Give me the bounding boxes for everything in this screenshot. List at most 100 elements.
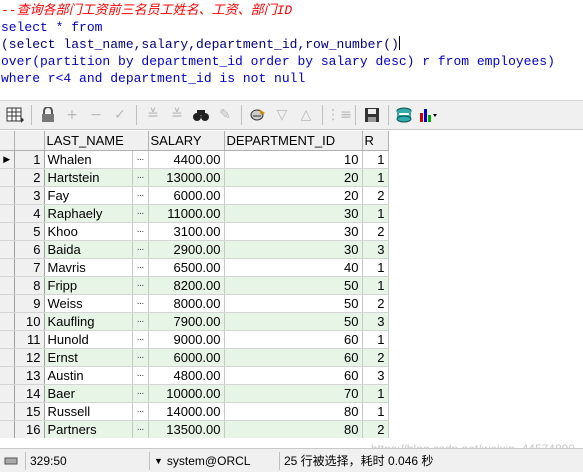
table-row[interactable]: 11 Hunold ··· 9000.00 60 1: [0, 330, 389, 349]
cell-salary[interactable]: 14000.00: [148, 402, 225, 421]
ellipsis-button[interactable]: ···: [132, 258, 149, 277]
find-icon[interactable]: [190, 104, 212, 126]
table-row[interactable]: 15 Russell ··· 14000.00 80 1: [0, 402, 389, 421]
table-row[interactable]: 16 Partners ··· 13500.00 80 2: [0, 420, 389, 438]
cell-last-name[interactable]: Hunold: [44, 330, 133, 349]
cell-last-name[interactable]: Raphaely: [44, 204, 133, 223]
ellipsis-button[interactable]: ···: [132, 366, 149, 385]
lock-icon[interactable]: [37, 104, 59, 126]
cell-salary[interactable]: 10000.00: [148, 384, 225, 403]
table-row[interactable]: 13 Austin ··· 4800.00 60 3: [0, 366, 389, 385]
ellipsis-button[interactable]: ···: [132, 312, 149, 331]
cell-r[interactable]: 1: [362, 402, 389, 421]
cell-last-name[interactable]: Kaufling: [44, 312, 133, 331]
cell-department-id[interactable]: 50: [224, 312, 363, 331]
cell-r[interactable]: 1: [362, 168, 389, 187]
cell-salary[interactable]: 6500.00: [148, 258, 225, 277]
table-row[interactable]: 4 Raphaely ··· 11000.00 30 1: [0, 204, 389, 223]
export-icon[interactable]: [394, 104, 416, 126]
table-row[interactable]: 3 Fay ··· 6000.00 20 2: [0, 186, 389, 205]
cell-department-id[interactable]: 60: [224, 366, 363, 385]
cell-last-name[interactable]: Baer: [44, 384, 133, 403]
cell-department-id[interactable]: 80: [224, 420, 363, 438]
cell-salary[interactable]: 4400.00: [148, 150, 225, 169]
up-icon[interactable]: △: [295, 104, 317, 126]
cell-salary[interactable]: 2900.00: [148, 240, 225, 259]
result-grid[interactable]: LAST_NAME SALARY DEPARTMENT_ID R ▶ 1 Whale…: [0, 131, 583, 438]
ellipsis-button[interactable]: ···: [132, 222, 149, 241]
cell-last-name[interactable]: Ernst: [44, 348, 133, 367]
cell-salary[interactable]: 3100.00: [148, 222, 225, 241]
cell-department-id[interactable]: 50: [224, 276, 363, 295]
ellipsis-button[interactable]: ···: [132, 204, 149, 223]
column-header-r[interactable]: R: [362, 131, 389, 151]
table-row[interactable]: 12 Ernst ··· 6000.00 60 2: [0, 348, 389, 367]
filter-clear-icon[interactable]: ≚: [166, 104, 188, 126]
cell-r[interactable]: 1: [362, 150, 389, 169]
cell-last-name[interactable]: Fay: [44, 186, 133, 205]
cell-salary[interactable]: 6000.00: [148, 348, 225, 367]
query-icon[interactable]: [247, 104, 269, 126]
grid-icon[interactable]: [4, 104, 26, 126]
cell-last-name[interactable]: Khoo: [44, 222, 133, 241]
ellipsis-button[interactable]: ···: [132, 420, 149, 438]
add-icon[interactable]: +: [61, 104, 83, 126]
cell-last-name[interactable]: Fripp: [44, 276, 133, 295]
cell-salary[interactable]: 4800.00: [148, 366, 225, 385]
cell-salary[interactable]: 9000.00: [148, 330, 225, 349]
cell-salary[interactable]: 8200.00: [148, 276, 225, 295]
cell-last-name[interactable]: Partners: [44, 420, 133, 438]
cell-department-id[interactable]: 30: [224, 204, 363, 223]
cell-salary[interactable]: 13500.00: [148, 420, 225, 438]
cell-r[interactable]: 1: [362, 384, 389, 403]
cell-r[interactable]: 2: [362, 420, 389, 438]
cell-salary[interactable]: 11000.00: [148, 204, 225, 223]
cell-last-name[interactable]: Austin: [44, 366, 133, 385]
cell-last-name[interactable]: Baida: [44, 240, 133, 259]
cell-last-name[interactable]: Hartstein: [44, 168, 133, 187]
chart-icon[interactable]: ⋮≡: [326, 104, 352, 126]
connection-selector[interactable]: ▼ system@ORCL: [150, 451, 280, 470]
cell-r[interactable]: 2: [362, 222, 389, 241]
table-row[interactable]: 10 Kaufling ··· 7900.00 50 3: [0, 312, 389, 331]
ellipsis-button[interactable]: ···: [132, 168, 149, 187]
cell-r[interactable]: 2: [362, 294, 389, 313]
cell-r[interactable]: 1: [362, 276, 389, 295]
cell-department-id[interactable]: 60: [224, 330, 363, 349]
cell-department-id[interactable]: 20: [224, 186, 363, 205]
cell-department-id[interactable]: 70: [224, 384, 363, 403]
ellipsis-button[interactable]: ···: [132, 150, 149, 169]
filter-icon[interactable]: ≚: [142, 104, 164, 126]
cell-salary[interactable]: 8000.00: [148, 294, 225, 313]
ellipsis-button[interactable]: ···: [132, 402, 149, 421]
cell-r[interactable]: 2: [362, 348, 389, 367]
cell-department-id[interactable]: 50: [224, 294, 363, 313]
ellipsis-button[interactable]: ···: [132, 348, 149, 367]
cell-salary[interactable]: 13000.00: [148, 168, 225, 187]
ellipsis-button[interactable]: ···: [132, 240, 149, 259]
cell-r[interactable]: 3: [362, 366, 389, 385]
table-row[interactable]: 2 Hartstein ··· 13000.00 20 1: [0, 168, 389, 187]
table-row[interactable]: 8 Fripp ··· 8200.00 50 1: [0, 276, 389, 295]
table-row[interactable]: 14 Baer ··· 10000.00 70 1: [0, 384, 389, 403]
sql-editor[interactable]: --查询各部门工资前三名员工姓名、工资、部门ID select * from (…: [0, 0, 583, 92]
cell-last-name[interactable]: Weiss: [44, 294, 133, 313]
column-header-last-name[interactable]: LAST_NAME: [44, 131, 149, 151]
column-header-department-id[interactable]: DEPARTMENT_ID: [224, 131, 363, 151]
cell-last-name[interactable]: Mavris: [44, 258, 133, 277]
table-row[interactable]: 7 Mavris ··· 6500.00 40 1: [0, 258, 389, 277]
bar-chart-icon[interactable]: [418, 104, 440, 126]
cell-department-id[interactable]: 30: [224, 222, 363, 241]
cell-r[interactable]: 1: [362, 258, 389, 277]
down-icon[interactable]: ▽: [271, 104, 293, 126]
chevron-down-icon[interactable]: ▼: [154, 456, 163, 466]
table-row[interactable]: 9 Weiss ··· 8000.00 50 2: [0, 294, 389, 313]
cell-r[interactable]: 1: [362, 330, 389, 349]
cell-last-name[interactable]: Whalen: [44, 150, 133, 169]
clear-icon[interactable]: ✎: [214, 104, 236, 126]
ellipsis-button[interactable]: ···: [132, 186, 149, 205]
cell-salary[interactable]: 6000.00: [148, 186, 225, 205]
ellipsis-button[interactable]: ···: [132, 330, 149, 349]
table-row[interactable]: 6 Baida ··· 2900.00 30 3: [0, 240, 389, 259]
column-header-salary[interactable]: SALARY: [148, 131, 225, 151]
